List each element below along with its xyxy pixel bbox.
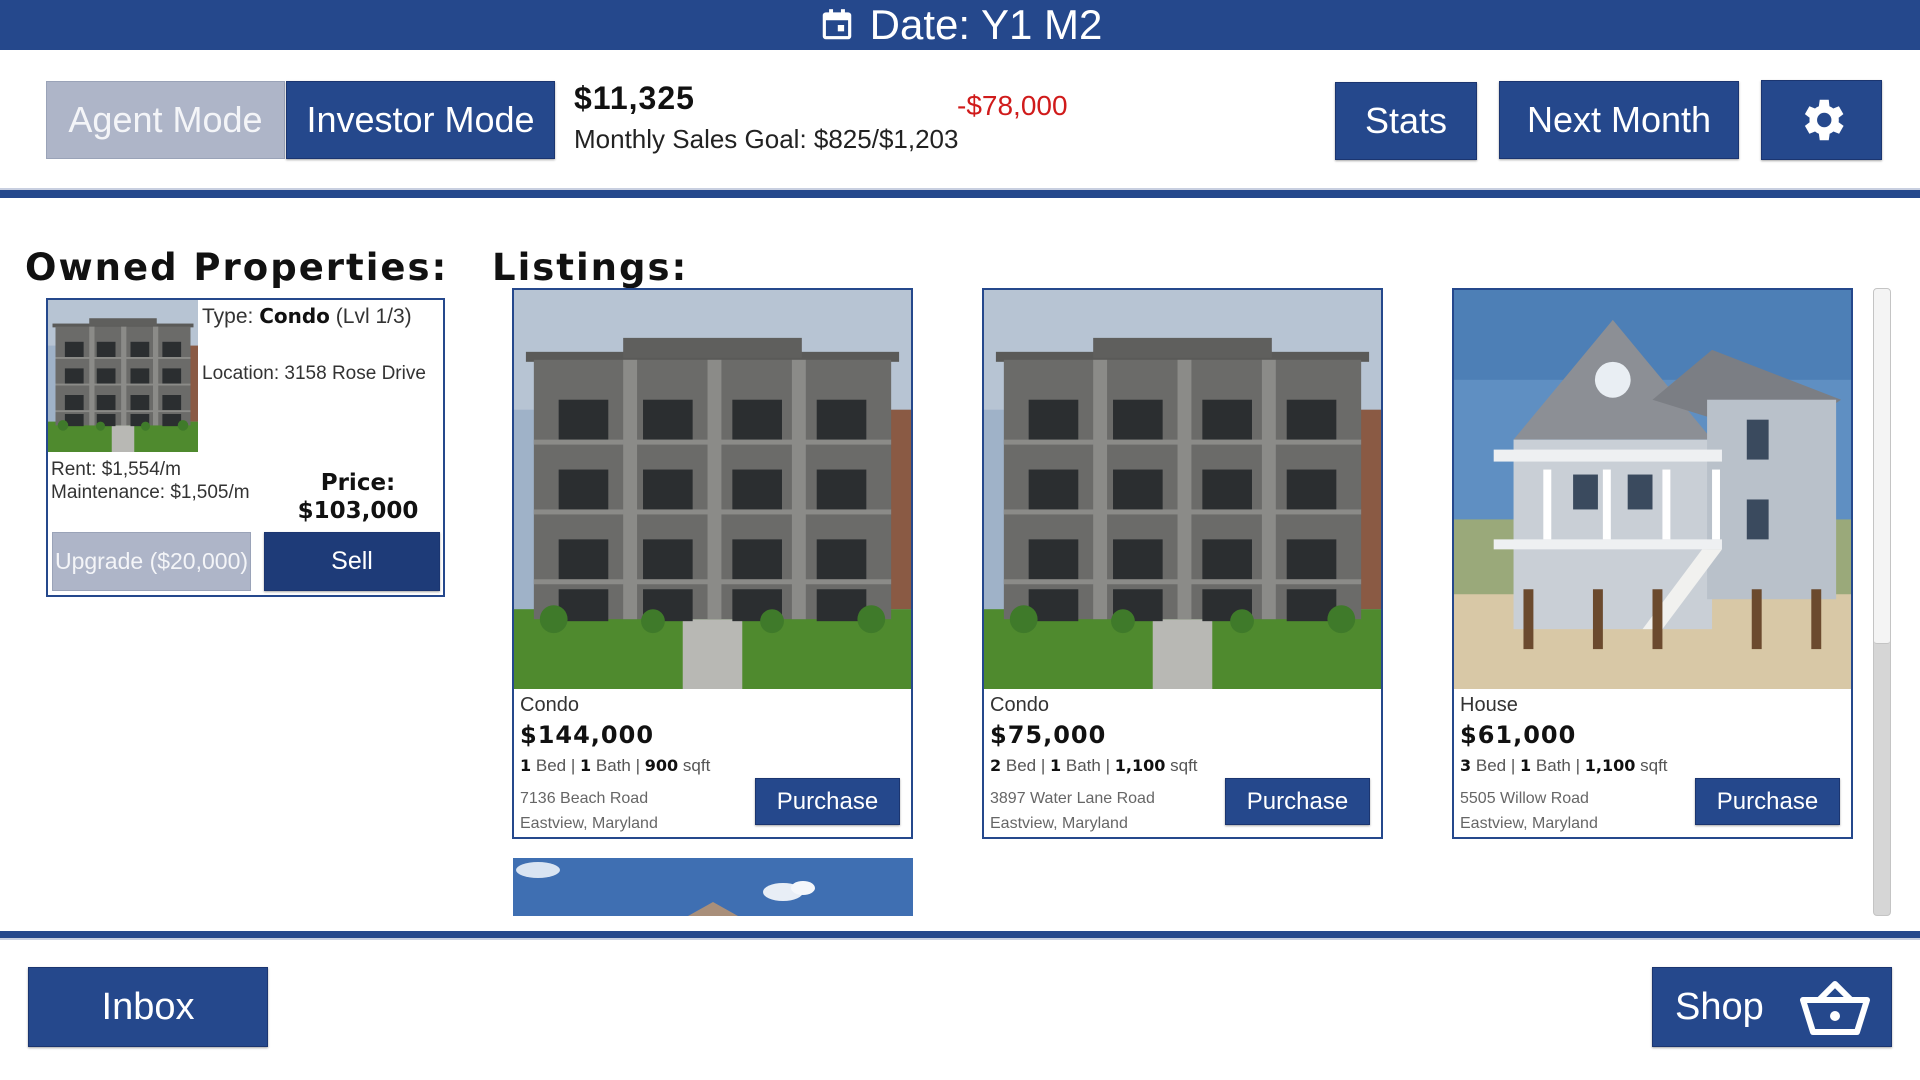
settings-button[interactable] [1761,80,1882,160]
date-bar: Date: Y1 M2 [0,0,1920,50]
listing-type: House [1460,694,1518,716]
listing-card: Condo $75,000 2 Bed | 1 Bath | 1,100 sqf… [982,288,1383,839]
listing-specs: 1 Bed | 1 Bath | 900 sqft [520,756,711,775]
listing-price: $61,000 [1460,721,1577,749]
listing-price: $75,000 [990,721,1107,749]
header-divider [0,188,1920,198]
balance-change: -$78,000 [957,90,1068,121]
property-photo [514,290,911,689]
listing-address: 5505 Willow Road Eastview, Maryland [1460,790,1598,832]
partial-listing-photo [513,858,913,916]
basket-icon [1800,981,1870,1035]
listing-specs: 3 Bed | 1 Bath | 1,100 sqft [1460,756,1668,775]
listings-heading: Listings: [492,246,689,289]
next-month-button[interactable]: Next Month [1499,81,1739,159]
sales-goal: Monthly Sales Goal: $825/$1,203 [574,124,959,154]
footer-divider [0,931,1920,940]
owned-location: Location: 3158 Rose Drive [202,363,426,384]
listing-card: House $61,000 3 Bed | 1 Bath | 1,100 sqf… [1452,288,1853,839]
agent-mode-button[interactable]: Agent Mode [46,81,285,159]
purchase-button[interactable]: Purchase [1695,778,1840,825]
listing-type: Condo [520,694,579,716]
property-photo [48,300,198,452]
listings-scrollbar[interactable] [1873,288,1891,916]
game-screen: Date: Y1 M2 Agent Mode Investor Mode $11… [0,0,1920,1080]
shop-label: Shop [1675,985,1764,1028]
date-label: Date: Y1 M2 [869,1,1103,48]
listing-specs: 2 Bed | 1 Bath | 1,100 sqft [990,756,1198,775]
owned-rent: Rent: $1,554/m [51,459,181,480]
investor-mode-button[interactable]: Investor Mode [286,81,555,159]
listing-card: Condo $144,000 1 Bed | 1 Bath | 900 sqft… [512,288,913,839]
owned-properties-heading: Owned Properties: [25,246,449,289]
owned-price: $103,000 [297,498,419,524]
property-photo [984,290,1381,689]
shop-button[interactable]: Shop [1652,967,1892,1047]
owned-costs: Rent: $1,554/m Maintenance: $1,505/m [51,458,261,504]
owned-property-card: Type: Condo (Lvl 1/3) Location: 3158 Ros… [46,298,445,597]
listing-price: $144,000 [520,721,655,749]
owned-price-label: Price: [320,470,396,496]
purchase-button[interactable]: Purchase [1225,778,1370,825]
listing-type: Condo [990,694,1049,716]
listing-address: 7136 Beach Road Eastview, Maryland [520,790,658,832]
owned-type: Type: Condo (Lvl 1/3) [202,304,412,328]
gear-icon [1804,99,1844,141]
balance: $11,325 [574,80,695,116]
sell-button[interactable]: Sell [264,532,440,591]
listing-address: 3897 Water Lane Road Eastview, Maryland [990,790,1155,832]
stats-button[interactable]: Stats [1335,82,1477,160]
calendar-icon [822,9,851,40]
owned-maintenance: Maintenance: $1,505/m [51,482,250,503]
purchase-button[interactable]: Purchase [755,778,900,825]
scrollbar-thumb[interactable] [1874,289,1890,644]
inbox-button[interactable]: Inbox [28,967,268,1047]
upgrade-button[interactable]: Upgrade ($20,000) [52,532,251,591]
property-photo [1454,290,1851,689]
